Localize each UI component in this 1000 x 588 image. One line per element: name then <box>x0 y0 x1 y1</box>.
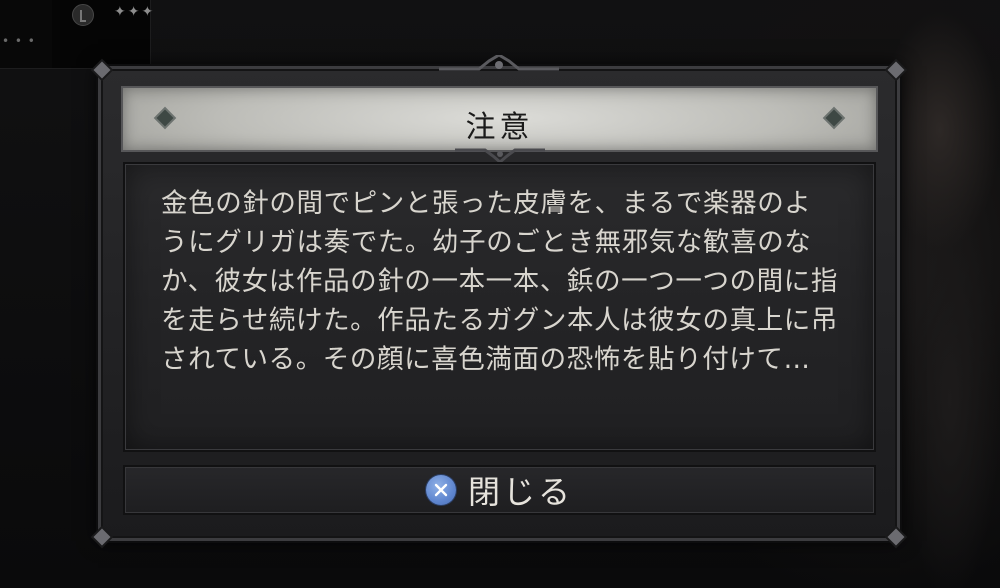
dialog-body-panel: 金色の針の間でピンと張った皮膚を、まるで楽器のようにグリガは奏でた。幼子のごとき… <box>123 162 876 452</box>
close-button-label: 閉じる <box>467 473 573 511</box>
corner-ornament-icon <box>89 524 115 550</box>
close-button[interactable]: 閉じる <box>123 465 876 515</box>
dialog-title-bar: 注意 <box>121 86 878 164</box>
dialog-title: 注意 <box>465 110 534 145</box>
top-ornament-icon <box>439 55 559 71</box>
hud-indicator: • • • <box>2 34 36 48</box>
cross-button-icon <box>425 475 456 505</box>
notice-dialog: 注意 金色の針の間でピンと張った皮膚を、まるで楽器のようにグリガは奏でた。幼子の… <box>98 55 900 541</box>
hud-dots: ✦✦✦ <box>114 4 156 20</box>
corner-ornament-icon <box>883 524 909 550</box>
game-screen: ✦✦✦ • • • 注意 金色の針の間でピンと張った皮膚を、まるで楽器のようにグ… <box>0 0 1000 588</box>
corner-ornament-icon <box>89 57 115 83</box>
corner-ornament-icon <box>883 57 909 83</box>
hud-panel: ✦✦✦ • • • <box>0 0 153 69</box>
dialog-body-text: 金色の針の間でピンと張った皮膚を、まるで楽器のようにグリガは奏でた。幼子のごとき… <box>161 188 838 375</box>
currency-icon <box>72 4 94 26</box>
